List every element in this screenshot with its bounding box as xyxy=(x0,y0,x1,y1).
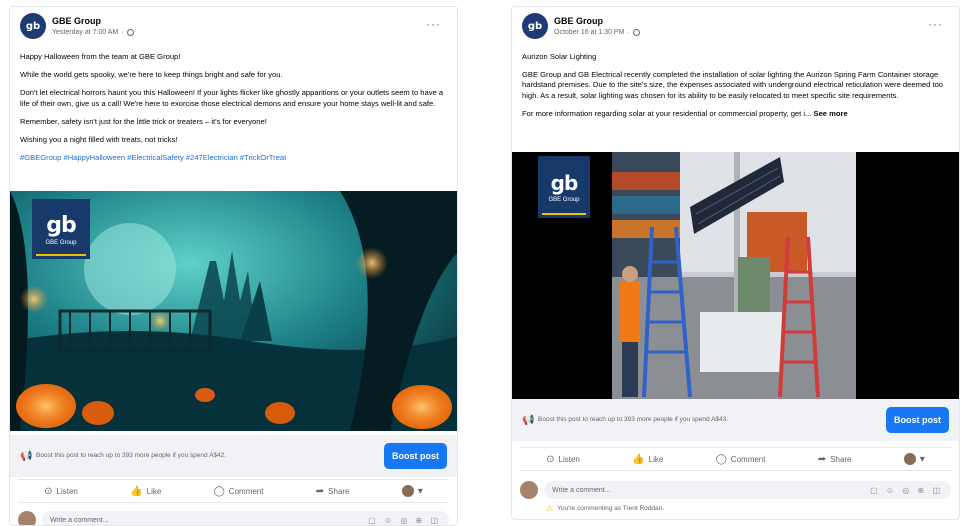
comment-label: Comment xyxy=(730,454,766,464)
brand-logo-tile: gb GBE Group xyxy=(32,199,90,259)
boost-post-button[interactable]: Boost post xyxy=(886,407,949,433)
audience-selector[interactable]: ▾ xyxy=(903,453,925,465)
page-avatar[interactable]: gb xyxy=(20,13,46,39)
listen-label: Listen xyxy=(558,454,580,464)
comment-row: Write a comment... ▢ ☺ ◎ ⊕ ◫ xyxy=(18,509,449,525)
share-label: Share xyxy=(830,454,852,464)
megaphone-icon: 📢 xyxy=(20,451,33,462)
comment-label: Comment xyxy=(228,486,264,496)
comment-avatar xyxy=(18,511,36,525)
action-row: ⊙ Listen 👍 Like ◯ Comment ➦ Share ▾ xyxy=(520,447,951,471)
post-timestamp[interactable]: October 16 at 1:30 PM xyxy=(554,29,624,36)
thumbs-up-icon: 👍 xyxy=(632,453,645,465)
like-label: Like xyxy=(648,454,664,464)
more-info-text: For more information regarding solar at … xyxy=(522,108,812,118)
commenting-as-text: You're commenting as Trent Roddan. xyxy=(557,505,665,512)
post-halloween: gb GBE Group Yesterday at 7:00 AM · ··· … xyxy=(9,6,458,526)
post-meta: Yesterday at 7:00 AM · xyxy=(52,29,134,36)
page-avatar[interactable]: gb xyxy=(522,13,548,39)
listen-label: Listen xyxy=(56,486,78,496)
halloween-image[interactable]: gb GBE Group xyxy=(10,191,457,431)
listen-button[interactable]: ⊙ Listen xyxy=(44,486,78,497)
user-avatar xyxy=(401,485,414,497)
brand-accent-bar xyxy=(542,213,586,215)
page-name[interactable]: GBE Group xyxy=(554,16,603,26)
boost-text: Boost this post to reach up to 393 more … xyxy=(538,416,729,423)
brand-logo-mark: gb xyxy=(550,171,579,195)
comment-input[interactable]: Write a comment... ▢ ☺ ◎ ⊕ ◫ xyxy=(544,481,951,499)
caret-down-icon: ▾ xyxy=(919,453,925,465)
audience-selector[interactable]: ▾ xyxy=(401,485,423,497)
see-more-link[interactable]: See more xyxy=(814,109,848,118)
brand-logo-tile: gb GBE Group xyxy=(538,156,590,218)
brand-name: GBE Group xyxy=(548,197,580,203)
comment-tools-icons[interactable]: ▢ ☺ ◎ ⊕ ◫ xyxy=(870,486,943,495)
warning-icon: ⚠ xyxy=(546,504,554,513)
more-options-button[interactable]: ··· xyxy=(928,17,943,31)
comment-icon: ◯ xyxy=(715,453,727,465)
post-paragraph: GBE Group and GB Electrical recently com… xyxy=(522,70,944,100)
comment-button[interactable]: ◯ Comment xyxy=(214,486,264,497)
caret-down-icon: ▾ xyxy=(417,485,423,497)
thumbs-up-icon: 👍 xyxy=(130,485,143,497)
user-avatar xyxy=(903,453,916,465)
post-meta: October 16 at 1:30 PM · xyxy=(554,29,640,36)
avatar-logo-text: gb xyxy=(25,20,41,32)
share-icon: ➦ xyxy=(817,453,827,465)
post-header: gb GBE Group Yesterday at 7:00 AM · ··· xyxy=(18,11,449,45)
brand-logo-mark: gb xyxy=(46,212,76,238)
comment-placeholder: Write a comment... xyxy=(50,516,109,524)
hashtags[interactable]: #GBEGroup #HappyHalloween #ElectricalSaf… xyxy=(20,153,447,163)
share-icon: ➦ xyxy=(315,485,325,497)
like-label: Like xyxy=(146,486,162,496)
share-label: Share xyxy=(328,486,350,496)
comment-row: Write a comment... ▢ ☺ ◎ ⊕ ◫ xyxy=(520,479,951,501)
play-icon: ⊙ xyxy=(546,453,555,465)
share-button[interactable]: ➦ Share xyxy=(316,486,350,497)
comment-avatar xyxy=(520,481,538,499)
boost-post-button[interactable]: Boost post xyxy=(384,443,447,469)
post-text: Aurizon Solar Lighting GBE Group and GB … xyxy=(522,52,949,127)
megaphone-icon: 📢 xyxy=(522,415,535,426)
more-options-button[interactable]: ··· xyxy=(426,17,441,31)
share-button[interactable]: ➦ Share xyxy=(818,454,852,465)
comment-input[interactable]: Write a comment... ▢ ☺ ◎ ⊕ ◫ xyxy=(42,511,449,525)
like-button[interactable]: 👍 Like xyxy=(130,486,161,497)
boost-row: 📢 Boost this post to reach up to 393 mor… xyxy=(10,435,457,477)
page-name[interactable]: GBE Group xyxy=(52,16,101,26)
commenting-as-notice: ⚠ You're commenting as Trent Roddan. xyxy=(546,504,664,513)
post-paragraph: Remember, safety isn't just for the litt… xyxy=(20,116,267,126)
comment-tools-icons[interactable]: ▢ ☺ ◎ ⊕ ◫ xyxy=(368,516,441,525)
boost-text: Boost this post to reach up to 393 more … xyxy=(36,452,227,459)
post-title: Aurizon Solar Lighting xyxy=(522,52,597,61)
post-paragraph: Happy Halloween from the team at GBE Gro… xyxy=(20,52,181,61)
boost-row: 📢 Boost this post to reach up to 393 mor… xyxy=(512,399,959,441)
post-paragraph: Don't let electrical horrors haunt you t… xyxy=(20,88,444,108)
post-text: Happy Halloween from the team at GBE Gro… xyxy=(20,52,447,171)
avatar-logo-text: gb xyxy=(527,20,543,32)
brand-name: GBE Group xyxy=(45,239,77,246)
post-solar-lighting: gb GBE Group October 16 at 1:30 PM · ···… xyxy=(511,6,960,520)
play-icon: ⊙ xyxy=(44,485,53,497)
brand-accent-bar xyxy=(36,254,86,256)
post-paragraph: While the world gets spooky, we're here … xyxy=(20,70,283,80)
post-timestamp[interactable]: Yesterday at 7:00 AM xyxy=(52,29,118,36)
comment-button[interactable]: ◯ Comment xyxy=(716,454,766,465)
comment-placeholder: Write a comment... xyxy=(552,486,611,494)
solar-lighting-photo[interactable]: gb GBE Group xyxy=(512,152,959,404)
like-button[interactable]: 👍 Like xyxy=(632,454,663,465)
post-paragraph: Wishing you a night filled with treats, … xyxy=(20,135,178,145)
globe-icon xyxy=(126,29,134,36)
post-header: gb GBE Group October 16 at 1:30 PM · ··· xyxy=(520,11,951,45)
action-row: ⊙ Listen 👍 Like ◯ Comment ➦ Share ▾ xyxy=(18,479,449,503)
comment-icon: ◯ xyxy=(213,485,225,497)
listen-button[interactable]: ⊙ Listen xyxy=(546,454,580,465)
post-paragraph: For more information regarding solar at … xyxy=(522,109,949,119)
globe-icon xyxy=(632,29,640,36)
